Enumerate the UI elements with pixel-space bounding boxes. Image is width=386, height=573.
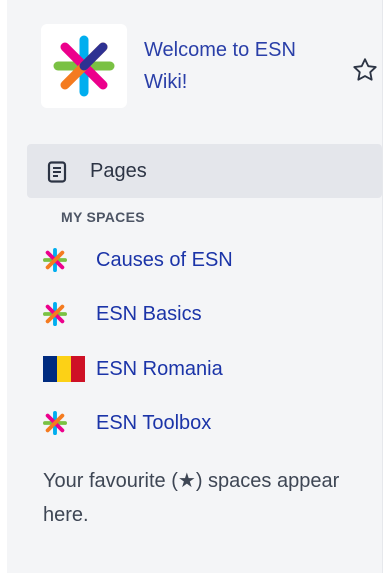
esn-star-logo-icon (53, 35, 115, 97)
favourite-star-icon[interactable] (351, 56, 379, 84)
sidebar-item-pages[interactable]: Pages (27, 144, 382, 198)
romania-flag-icon (43, 356, 85, 382)
space-item-esn-toolbox[interactable]: ESN Toolbox (43, 403, 373, 443)
space-title[interactable]: Welcome to ESN Wiki! (144, 34, 340, 98)
my-spaces-heading: MY SPACES (61, 209, 145, 225)
pages-label: Pages (90, 160, 147, 182)
space-item-label: ESN Toolbox (96, 412, 212, 434)
esn-star-logo-icon (43, 248, 67, 272)
space-item-label: Causes of ESN (96, 249, 233, 271)
space-header: Welcome to ESN Wiki! (41, 24, 381, 114)
space-item-label: ESN Basics (96, 303, 202, 325)
space-item-esn-romania[interactable]: ESN Romania (43, 349, 373, 389)
esn-star-logo-icon (43, 302, 67, 326)
esn-star-logo-icon (43, 411, 67, 435)
favourites-hint-text: Your favourite (★) spaces appear here. (43, 470, 340, 526)
space-sidebar: Welcome to ESN Wiki! Pages MY SPACES Cau… (7, 0, 383, 573)
space-item-causes-of-esn[interactable]: Causes of ESN (43, 240, 373, 280)
space-item-esn-basics[interactable]: ESN Basics (43, 294, 373, 334)
space-item-label: ESN Romania (96, 358, 223, 380)
document-icon (47, 161, 67, 183)
space-logo[interactable] (41, 24, 127, 108)
